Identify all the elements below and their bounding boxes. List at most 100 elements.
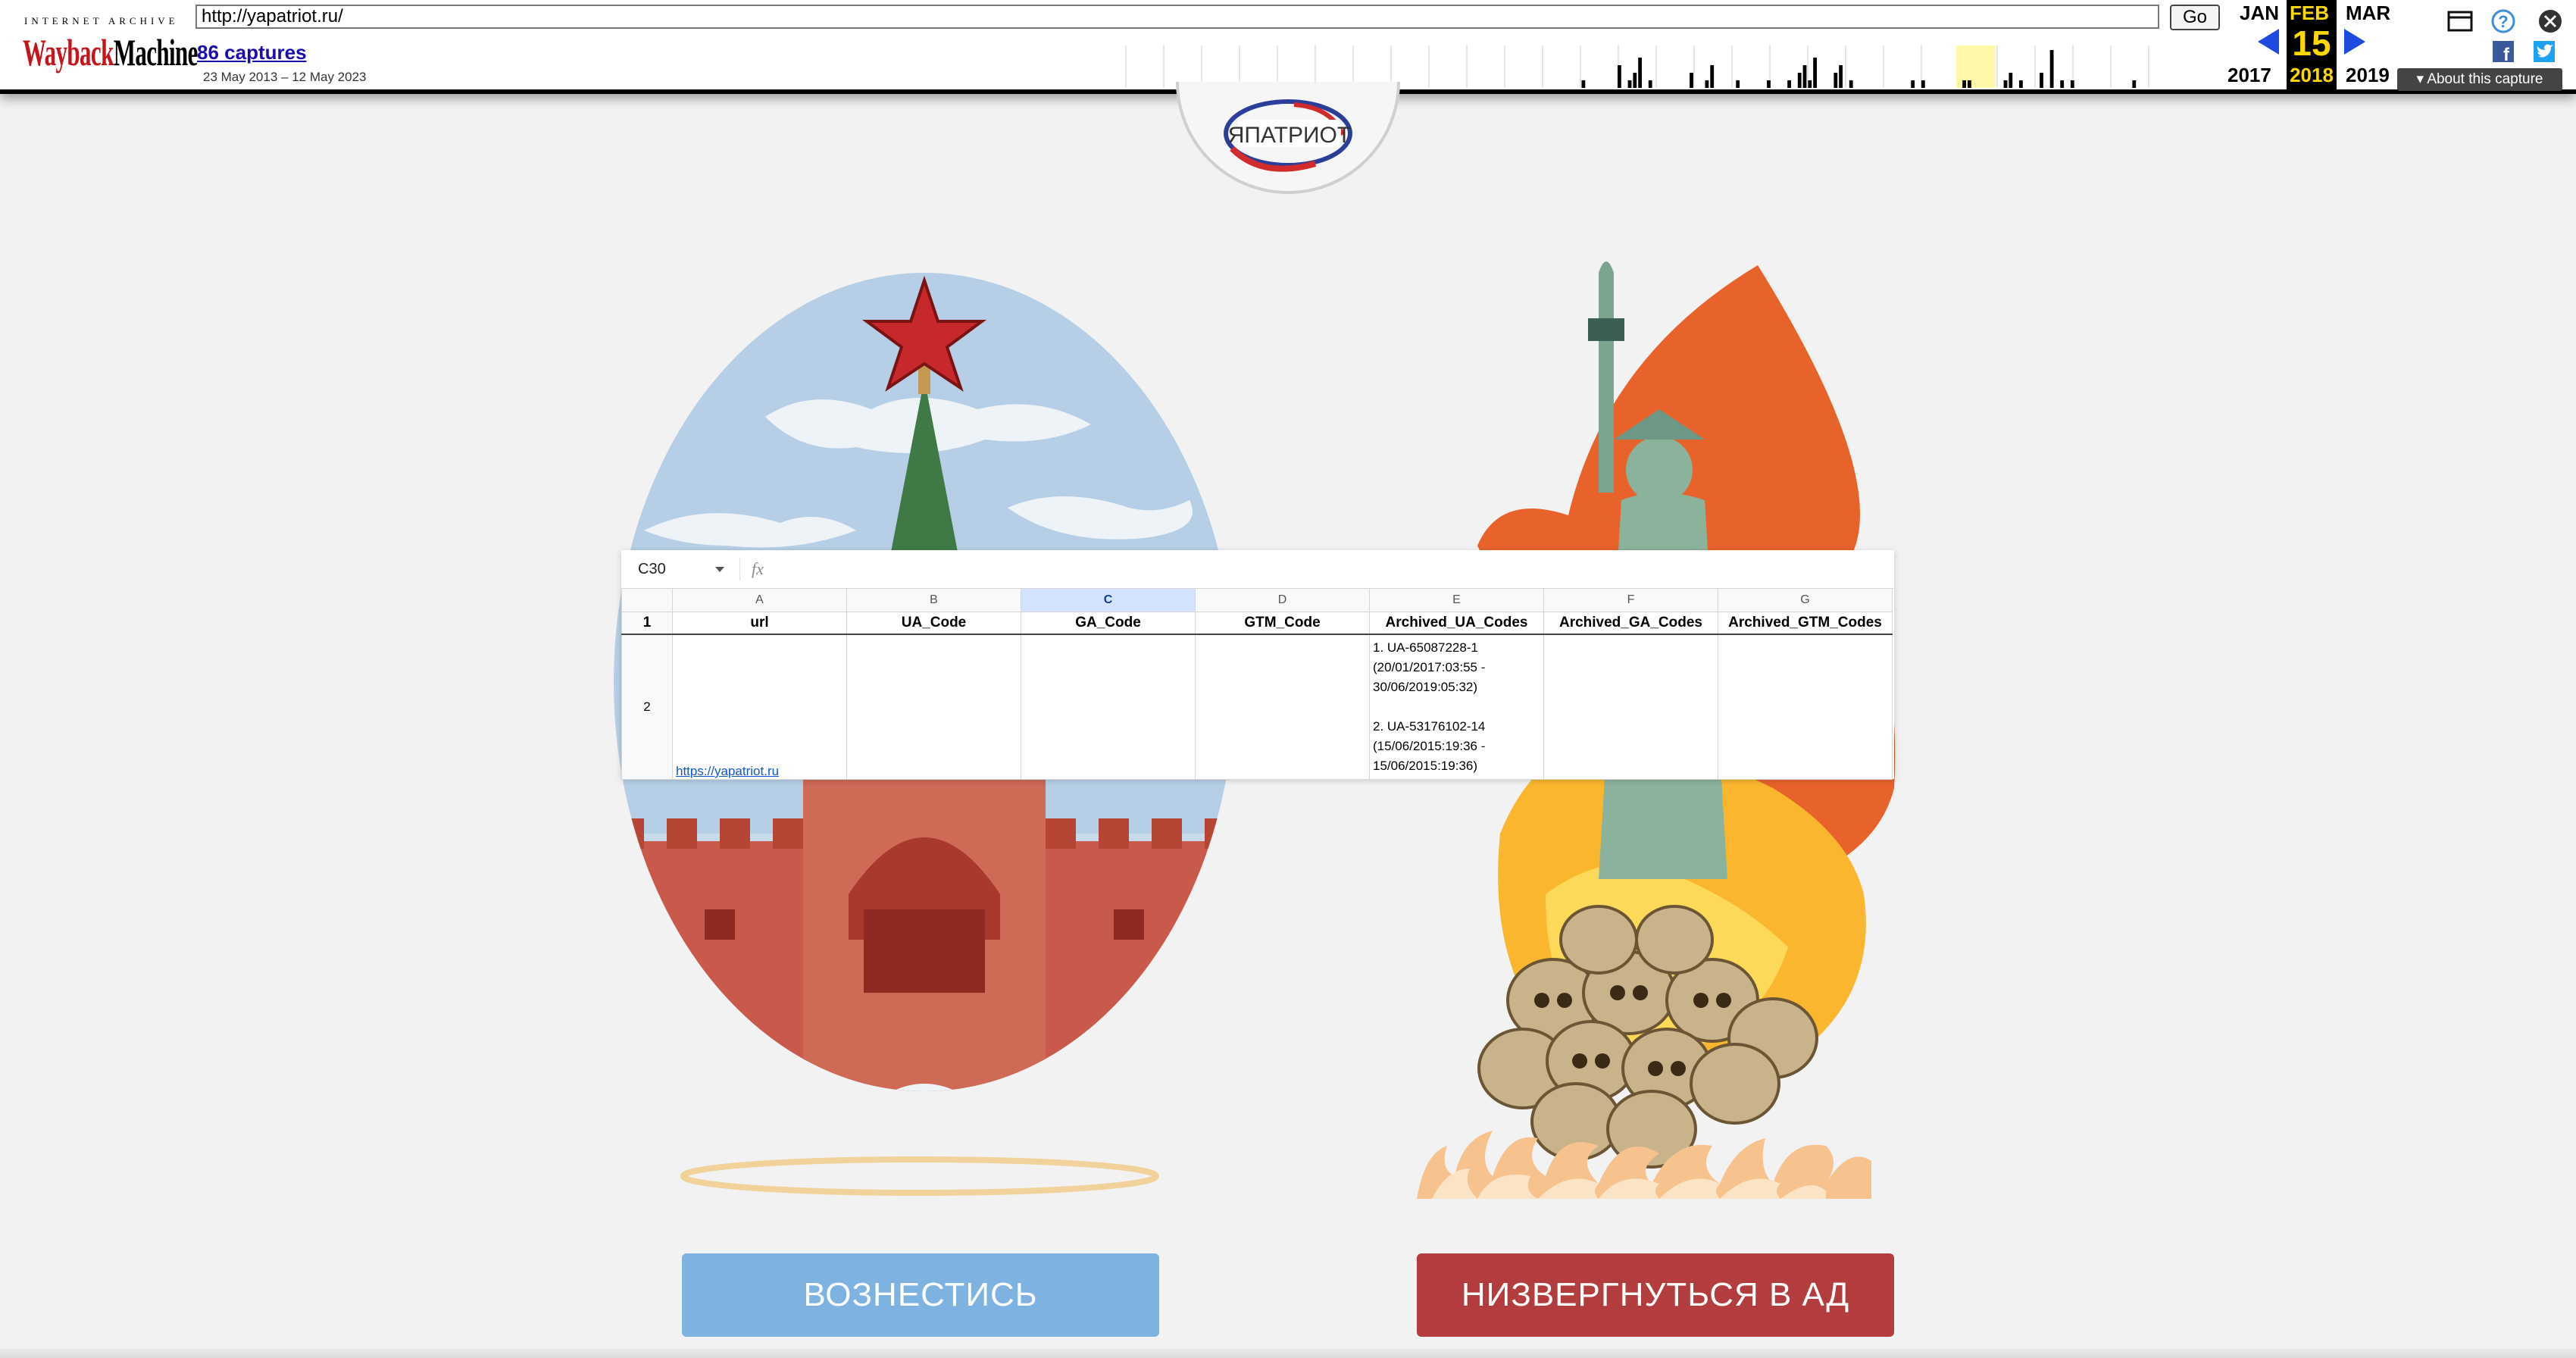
column-header-selected[interactable]: C [1021, 588, 1196, 612]
sparkline-bar [1813, 58, 1817, 88]
next-month-label[interactable]: MAR [2346, 2, 2390, 25]
sparkline-bar [1627, 80, 1632, 88]
sparkline-bar [1968, 80, 1971, 88]
sparkline-bar [2019, 80, 2023, 88]
sparkline-bar [1618, 65, 1621, 88]
name-box[interactable]: C30 [638, 561, 666, 578]
descend-to-hell-button[interactable]: НИЗВЕРГНУТЬСЯ В АД [1417, 1253, 1894, 1337]
spreadsheet-overlay: C30 fx A B C D E F G 1 url UA_Code GA_Co… [621, 550, 1894, 780]
caret-down-icon: ▾ [2416, 71, 2428, 87]
fx-icon: fx [752, 559, 764, 578]
flames-decoration [1417, 1131, 1871, 1199]
row-header[interactable]: 1 [621, 612, 673, 635]
next-year-label[interactable]: 2019 [2346, 64, 2390, 87]
column-header[interactable]: A [672, 588, 847, 612]
table-row: 2 https://yapatriot.ru 1. UA-65087228-1 … [621, 634, 1893, 780]
header-cell[interactable]: url [672, 612, 847, 635]
column-header[interactable]: E [1369, 588, 1544, 612]
sparkline-bar [1638, 58, 1642, 88]
sparkline-bar [1767, 80, 1771, 88]
sparkline-bar [1581, 80, 1586, 88]
sparkline-bar [2009, 73, 2013, 88]
sparkline-bar [1921, 80, 1925, 88]
header-cell[interactable]: Archived_GTM_Codes [1718, 612, 1893, 635]
go-button[interactable]: Go [2170, 5, 2220, 30]
archived-ua-codes-cell[interactable]: 1. UA-65087228-1 (20/01/2017:03:55 - 30/… [1369, 634, 1544, 780]
window-icon[interactable] [2447, 11, 2473, 32]
current-capture-day: 15 [2292, 23, 2331, 63]
header-cell[interactable]: Archived_GA_Codes [1543, 612, 1718, 635]
prev-year-label[interactable]: 2017 [2227, 64, 2271, 87]
header-cell[interactable]: UA_Code [846, 612, 1021, 635]
archived-ga-codes-cell[interactable] [1543, 634, 1718, 780]
sparkline-bar [1633, 73, 1637, 88]
site-logo[interactable]: ЯПАТРИОТ [1176, 76, 1400, 212]
site-logo-text: ЯПАТРИОТ [1228, 123, 1351, 148]
sparkline-bar [1648, 80, 1652, 88]
close-icon[interactable] [2539, 10, 2562, 33]
url-link[interactable]: https://yapatriot.ru [674, 764, 779, 778]
column-header-row: A B C D E F G [621, 588, 1893, 612]
ascend-button[interactable]: ВОЗНЕСТИСЬ [682, 1253, 1159, 1337]
archived-gtm-codes-cell[interactable] [1718, 634, 1893, 780]
twitter-icon[interactable] [2534, 41, 2555, 62]
sparkline-bar [1736, 80, 1740, 88]
sparkline-bar [2049, 50, 2054, 88]
column-header[interactable]: B [846, 588, 1021, 612]
sparkline-bar [1962, 80, 1966, 88]
url-cell[interactable]: https://yapatriot.ru [672, 634, 847, 780]
table-row: 1 url UA_Code GA_Code GTM_Code Archived_… [621, 612, 1893, 635]
svg-text:f: f [2503, 45, 2510, 65]
sparkline-bar [2003, 80, 2008, 88]
current-year-label: 2018 [2290, 64, 2334, 86]
header-cell[interactable]: GTM_Code [1195, 612, 1370, 635]
sparkline-bar [1797, 73, 1802, 88]
about-capture-button[interactable]: ▾ About this capture [2397, 68, 2562, 91]
formula-bar: C30 fx [621, 550, 1894, 589]
sparkline-bar [1839, 65, 1843, 88]
wayback-machine-wordmark: WaybackMachine [23, 31, 198, 74]
spreadsheet-grid: A B C D E F G 1 url UA_Code GA_Code GTM_… [621, 588, 1893, 780]
capture-calendar: JAN FEB MAR 15 2017 2018 2019 [2224, 0, 2399, 89]
sparkline-bar [1787, 80, 1791, 88]
sparkline-current-year-highlight [1956, 45, 1996, 88]
column-header[interactable]: F [1543, 588, 1718, 612]
header-cell[interactable]: Archived_UA_Codes [1369, 612, 1544, 635]
sparkline-bar [1808, 80, 1812, 88]
page-bottom-edge [0, 1349, 2576, 1358]
column-header[interactable]: D [1195, 588, 1370, 612]
chevron-down-icon[interactable] [715, 567, 724, 572]
sparkline-bar [1802, 65, 1807, 88]
sparkline-bar [1911, 80, 1915, 88]
current-month-label: FEB [2290, 2, 2329, 24]
next-capture-arrow-icon[interactable] [2344, 29, 2365, 55]
formula-divider [739, 558, 740, 580]
sparkline-bar [2132, 80, 2137, 88]
captures-link[interactable]: 86 captures [197, 41, 307, 64]
sparkline-bar [1834, 73, 1838, 88]
sparkline-bar [2060, 80, 2065, 88]
sparkline-bar [2070, 80, 2074, 88]
row-header[interactable]: 2 [621, 634, 673, 780]
ga-code-cell[interactable] [1021, 634, 1196, 780]
svg-text:?: ? [2498, 12, 2508, 31]
url-input[interactable]: http://yapatriot.ru/ [195, 5, 2159, 29]
capture-date-range: 23 May 2013 – 12 May 2023 [203, 70, 367, 84]
gtm-code-cell[interactable] [1195, 634, 1370, 780]
prev-month-label[interactable]: JAN [2240, 2, 2279, 25]
internet-archive-label: INTERNET ARCHIVE [24, 15, 179, 27]
sparkline-bars [1581, 50, 2137, 88]
help-icon[interactable]: ? [2491, 9, 2515, 33]
wayback-logo[interactable]: INTERNET ARCHIVE WaybackMachine [21, 11, 198, 74]
sparkline-bar [1710, 65, 1715, 88]
prev-capture-arrow-icon[interactable] [2258, 29, 2279, 55]
facebook-icon[interactable]: f [2493, 41, 2514, 65]
sparkline-bar [1849, 80, 1853, 88]
select-all-corner[interactable] [621, 588, 673, 612]
sparkline-bar [1705, 80, 1709, 88]
ua-code-cell[interactable] [846, 634, 1021, 780]
header-cell[interactable]: GA_Code [1021, 612, 1196, 635]
sparkline-bar [2040, 73, 2043, 88]
column-header[interactable]: G [1718, 588, 1893, 612]
sparkline-bar [1690, 73, 1693, 88]
